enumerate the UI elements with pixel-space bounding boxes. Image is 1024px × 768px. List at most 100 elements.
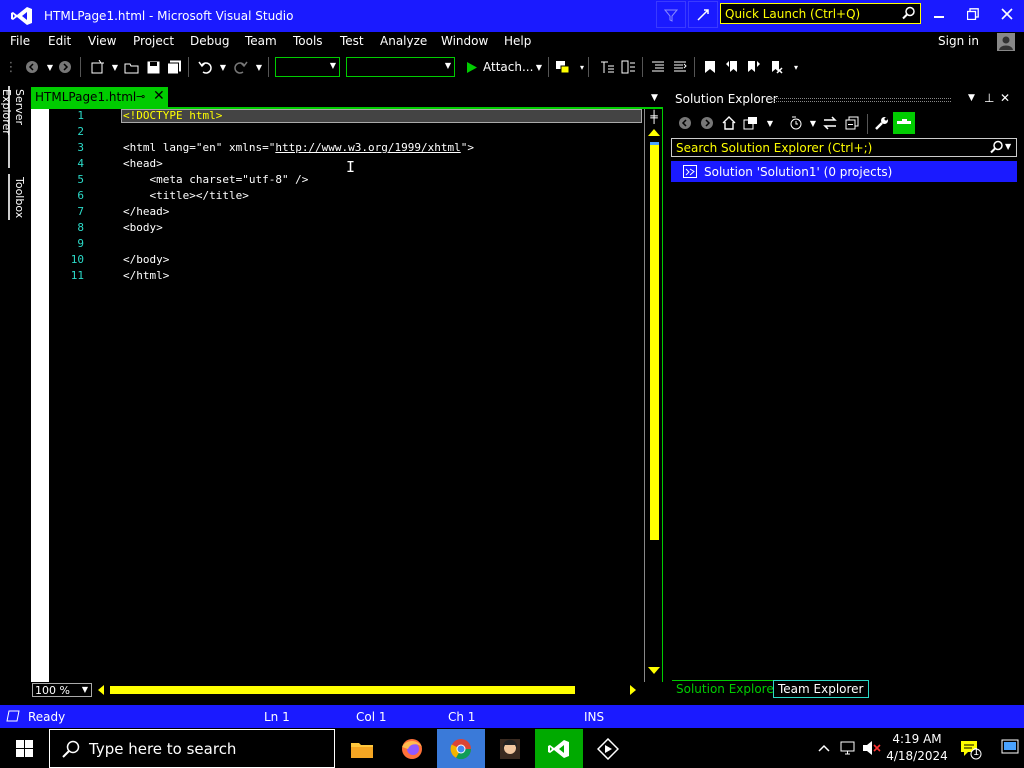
toolbox-tab[interactable]: Toolbox [8, 174, 26, 220]
menu-tools[interactable]: Tools [293, 34, 323, 48]
solution-explorer-search-input[interactable] [672, 139, 982, 156]
back-dropdown-icon[interactable]: ▼ [42, 59, 58, 75]
forward-icon[interactable] [699, 115, 715, 131]
code-line-5[interactable]: <meta charset="utf-8" /> [123, 173, 308, 186]
visual-studio-installer-icon[interactable] [584, 729, 632, 768]
code-line-3[interactable]: <html lang="en" xmlns="http://www.w3.org… [123, 141, 474, 154]
solution-explorer-tree[interactable] [671, 158, 1018, 678]
navigate-back-icon[interactable] [24, 59, 40, 75]
menu-debug[interactable]: Debug [190, 34, 229, 48]
next-bookmark-icon[interactable] [746, 59, 762, 75]
solution-tree-item[interactable]: Solution 'Solution1' (0 projects) [671, 161, 1017, 182]
collapse-all-icon[interactable] [844, 115, 860, 131]
comment-icon[interactable] [650, 59, 666, 75]
scroll-right-icon[interactable] [630, 685, 636, 695]
preview-selected-items-icon[interactable] [893, 112, 915, 134]
menu-team[interactable]: Team [245, 34, 277, 48]
menu-view[interactable]: View [88, 34, 116, 48]
redo-dropdown-icon[interactable]: ▼ [251, 59, 267, 75]
open-file-icon[interactable] [123, 59, 139, 75]
show-desktop-icon[interactable] [1001, 739, 1019, 759]
visual-studio-taskbar-icon[interactable] [535, 729, 583, 768]
close-pane-icon[interactable]: ✕ [1000, 91, 1010, 105]
format-document-icon[interactable] [599, 59, 615, 75]
code-line-10[interactable]: </body> [123, 253, 169, 266]
save-icon[interactable] [145, 59, 161, 75]
start-debug-icon[interactable] [464, 59, 480, 75]
tab-overflow-icon[interactable]: ▼ [651, 93, 658, 103]
solution-platform-combo[interactable]: ▼ [346, 57, 455, 77]
attach-button[interactable]: Attach... [483, 60, 533, 74]
filter-dropdown-icon[interactable]: ▼ [805, 115, 821, 131]
undo-icon[interactable] [197, 59, 213, 75]
home-icon[interactable] [721, 115, 737, 131]
feedback-icon[interactable] [688, 1, 718, 28]
scroll-up-icon[interactable] [648, 129, 660, 136]
editor-indicator-margin[interactable] [31, 109, 49, 682]
pin-icon[interactable]: ⊸ [136, 90, 145, 103]
code-line-1[interactable]: <!DOCTYPE html> [123, 109, 222, 122]
format-selection-icon[interactable] [620, 59, 636, 75]
quick-launch-box[interactable] [720, 3, 921, 24]
auto-hide-pin-icon[interactable]: ⊥ [984, 91, 994, 105]
undo-dropdown-icon[interactable]: ▼ [215, 59, 231, 75]
window-position-icon[interactable]: ▼ [968, 93, 975, 103]
chrome-icon[interactable] [437, 729, 485, 768]
sync-with-active-document-icon[interactable] [822, 115, 838, 131]
bookmark-icon[interactable] [702, 59, 718, 75]
code-line-11[interactable]: </html> [123, 269, 169, 282]
properties-wrench-icon[interactable] [873, 115, 889, 131]
menu-file[interactable]: File [10, 34, 30, 48]
quick-launch-input[interactable] [721, 4, 901, 23]
character-app-icon[interactable] [486, 729, 534, 768]
vertical-scroll-thumb[interactable] [650, 142, 659, 540]
tab-solution-explorer[interactable]: Solution Explorer [672, 680, 783, 698]
code-line-6[interactable]: <title></title> [123, 189, 248, 202]
code-line-7[interactable]: </head> [123, 205, 169, 218]
pending-changes-filter-icon[interactable] [788, 115, 804, 131]
new-dropdown-icon[interactable]: ▼ [107, 59, 123, 75]
attach-dropdown-icon[interactable]: ▼ [531, 59, 547, 75]
editor-vertical-scrollbar[interactable]: ╪ [644, 109, 662, 682]
code-line-4[interactable]: <head> [123, 157, 163, 170]
scroll-left-icon[interactable] [98, 685, 104, 695]
search-options-dropdown-icon[interactable]: ▼ [1005, 142, 1011, 151]
new-project-icon[interactable] [89, 59, 105, 75]
back-icon[interactable] [677, 115, 693, 131]
clear-bookmarks-icon[interactable] [768, 59, 784, 75]
menu-help[interactable]: Help [504, 34, 531, 48]
taskbar-clock[interactable]: 4:19 AM 4/18/2024 [884, 731, 950, 765]
split-window-icon[interactable]: ╪ [647, 110, 661, 124]
uncomment-icon[interactable] [672, 59, 688, 75]
document-tab-htmlpage1[interactable]: HTMLPage1.html ⊸ ✕ [31, 87, 168, 107]
taskbar-search-box[interactable]: Type here to search [49, 729, 335, 768]
show-hidden-icons-icon[interactable] [818, 741, 830, 755]
solution-explorer-search[interactable]: ▼ [671, 138, 1017, 157]
minimize-button[interactable] [922, 0, 956, 28]
close-tab-icon[interactable]: ✕ [153, 88, 165, 104]
menu-window[interactable]: Window [441, 34, 488, 48]
navigate-forward-icon[interactable] [57, 59, 73, 75]
previous-bookmark-icon[interactable] [724, 59, 740, 75]
search-icon[interactable] [902, 6, 916, 23]
filter-icon[interactable] [656, 1, 686, 28]
file-explorer-icon[interactable] [338, 729, 386, 768]
account-icon[interactable] [997, 33, 1015, 51]
menu-analyze[interactable]: Analyze [380, 34, 427, 48]
network-icon[interactable] [840, 740, 858, 760]
menu-project[interactable]: Project [133, 34, 174, 48]
redo-icon[interactable] [232, 59, 248, 75]
firefox-icon[interactable] [388, 729, 436, 768]
find-in-files-icon[interactable] [554, 59, 570, 75]
volume-muted-icon[interactable] [862, 740, 882, 760]
menu-test[interactable]: Test [340, 34, 364, 48]
sign-in-link[interactable]: Sign in [938, 34, 979, 48]
menu-edit[interactable]: Edit [48, 34, 71, 48]
xhtml-namespace-link[interactable]: http://www.w3.org/1999/xhtml [275, 141, 460, 154]
zoom-level-combo[interactable]: 100 % ▼ [32, 683, 92, 697]
solution-configuration-combo[interactable]: ▼ [275, 57, 340, 77]
scroll-down-icon[interactable] [648, 667, 660, 674]
editor-horizontal-scrollbar[interactable] [94, 683, 642, 697]
restore-button[interactable] [956, 0, 990, 28]
horizontal-scroll-thumb[interactable] [110, 686, 575, 694]
